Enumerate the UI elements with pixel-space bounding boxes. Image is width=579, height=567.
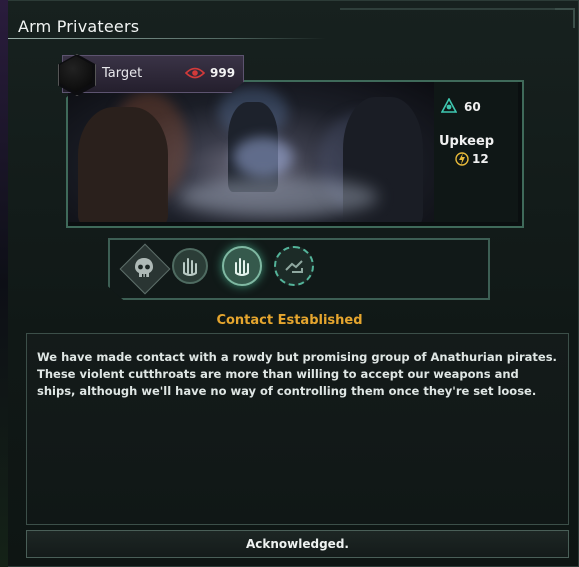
illustration-light — [233, 137, 293, 177]
skull-icon — [135, 258, 153, 277]
background-strip — [0, 0, 8, 567]
illustration-table — [178, 177, 378, 217]
eye-icon — [185, 67, 205, 79]
event-heading: Contact Established — [216, 313, 363, 328]
window-corner — [555, 8, 575, 28]
energy-icon — [455, 152, 469, 166]
hand-signal-icon — [183, 258, 197, 276]
influence-value: 60 — [464, 100, 481, 114]
acknowledge-button[interactable]: Acknowledged. — [26, 530, 569, 558]
illustration-figure — [78, 107, 168, 222]
hand-signal-icon — [235, 258, 249, 276]
stage-complete — [172, 248, 208, 284]
title-bar: Arm Privateers — [8, 10, 328, 40]
event-illustration — [68, 82, 434, 222]
window-title: Arm Privateers — [18, 17, 140, 36]
stage-current — [222, 246, 262, 286]
stage-next — [274, 246, 314, 286]
upkeep-label: Upkeep — [439, 134, 495, 149]
target-value: 999 — [210, 66, 236, 80]
window-top-edge — [340, 8, 572, 10]
influence-icon — [441, 98, 457, 113]
event-description: We have made contact with a rowdy but pr… — [37, 350, 557, 398]
handshake-icon — [285, 260, 303, 273]
title-underline — [8, 38, 326, 39]
target-label: Target — [102, 66, 143, 81]
energy-value: 12 — [472, 152, 489, 166]
